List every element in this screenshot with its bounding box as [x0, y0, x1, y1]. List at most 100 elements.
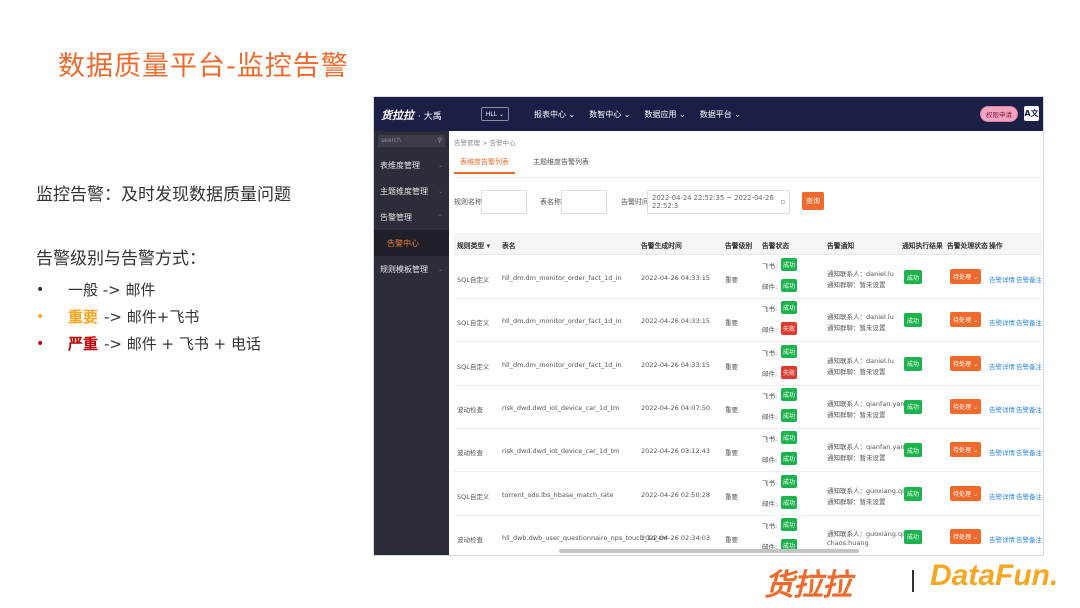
table-row[interactable]: SQL自定义 torrent_ods.lbs_hbase_match_rate 20…	[454, 473, 1042, 516]
alert-detail-link[interactable]: 告警详情	[989, 447, 1015, 457]
app-logo[interactable]: 货拉拉 · 大禹	[381, 107, 442, 123]
col-alert-time: 告警生成时间	[641, 242, 682, 250]
sidebar-item-rule-templates[interactable]: 规则模板管理 ⌄	[374, 256, 449, 282]
query-button[interactable]: 查询	[802, 192, 824, 210]
cell-alert-time: 2022-04-26 04:07:50	[641, 403, 711, 412]
handle-status-dropdown[interactable]: 待处理 ⌄	[950, 355, 981, 371]
nav-data-platform[interactable]: 数据平台 ⌄	[700, 109, 741, 120]
level-keyword: 严重	[68, 335, 99, 353]
alert-detail-link[interactable]: 告警详情	[989, 361, 1015, 371]
notify-group: 通知群聊：暂未设置	[827, 367, 886, 376]
level-heading: 告警级别与告警方式：	[36, 249, 206, 269]
cell-alert-level: 重要	[725, 276, 738, 284]
alert-note-link[interactable]: 告警备注	[1016, 447, 1042, 457]
cell-table-name: hll_dm.dm_monitor_order_fact_1d_in	[502, 360, 622, 369]
alert-detail-link[interactable]: 告警详情	[989, 317, 1015, 327]
cell-rule-type: 波动检查	[457, 405, 483, 414]
permission-request-button[interactable]: 权限申请	[980, 106, 1018, 122]
alert-detail-link[interactable]: 告警详情	[989, 404, 1015, 414]
handle-status-dropdown[interactable]: 待处理 ⌄	[950, 269, 981, 284]
alert-note-link[interactable]: 告警备注	[1016, 491, 1042, 501]
notify-group: 通知群聊：暂未设置	[827, 324, 886, 333]
cell-alert-time: 2022-04-26 02:50:28	[641, 490, 711, 499]
cell-alert-time: 2022-04-26 04:33:15	[641, 317, 711, 326]
notify-contact: 通知联系人：guoxiang.qi,	[827, 529, 906, 538]
col-alert-notify: 告警通知	[827, 242, 855, 250]
sidebar-item-alert-management[interactable]: 告警管理 ⌃	[374, 204, 449, 230]
cell-rule-type: SQL自定义	[457, 319, 490, 328]
handle-status-dropdown[interactable]: 待处理 ⌄	[950, 528, 981, 544]
handle-status-dropdown[interactable]: 待处理 ⌄	[950, 442, 981, 458]
col-actions: 操作	[989, 242, 1003, 250]
chevron-up-icon: ⌃	[437, 213, 443, 221]
slide-title: 数据质量平台-监控告警	[58, 51, 349, 82]
tab-divider	[454, 177, 1042, 178]
notify-group: 通知群聊：暂未设置	[827, 410, 886, 419]
cell-alert-level: 重要	[725, 319, 738, 328]
chevron-down-icon: ⌄	[437, 265, 443, 273]
cell-rule-type: SQL自定义	[457, 276, 490, 284]
rule-name-input[interactable]	[481, 190, 527, 214]
filter-icon[interactable]: ▾	[487, 242, 490, 250]
exec-result-badge: 成功	[904, 270, 922, 284]
sidebar-item-topic-dimension[interactable]: 主题维度管理 ⌄	[374, 178, 449, 204]
col-alert-status: 告警状态	[762, 242, 790, 250]
cell-rule-type: 波动检查	[457, 535, 483, 544]
mail-status-badge: 成功	[781, 452, 797, 466]
level-keyword: 重要	[68, 308, 99, 326]
cell-alert-level: 重要	[725, 492, 738, 501]
table-name-input[interactable]	[561, 190, 607, 214]
tab-topic-alerts[interactable]: 主题维度告警列表	[527, 155, 595, 174]
cell-alert-time: 2022-04-26 04:33:15	[641, 274, 711, 282]
notify-contact: 通知联系人：qianfan.yang	[827, 399, 909, 408]
nav-data-apps[interactable]: 数据应用 ⌄	[645, 109, 686, 120]
notify-contact: 通知联系人：daniel.lu	[827, 270, 894, 278]
brand-logo: 货拉拉	[764, 568, 852, 603]
table-row[interactable]: 波动检查 risk_dwd.dwd_iot_device_car_1d_tm 202…	[454, 429, 1042, 473]
cell-alert-level: 重要	[725, 535, 738, 544]
feishu-status-badge: 成功	[781, 258, 797, 271]
nav-data-center[interactable]: 数智中心 ⌄	[589, 109, 630, 120]
alert-note-link[interactable]: 告警备注	[1016, 274, 1042, 284]
mail-status-badge: 失败	[781, 365, 797, 379]
env-select[interactable]: HLL ⌄	[481, 107, 509, 121]
horizontal-scrollbar[interactable]	[559, 549, 859, 553]
cell-alert-time: 2022-04-26 04:33:15	[641, 360, 711, 369]
sidebar-item-table-dimension[interactable]: 表维度管理 ⌄	[374, 152, 449, 178]
bullet-icon: •	[36, 281, 45, 298]
table-row[interactable]: SQL自定义 hll_dm.dm_monitor_order_fact_1d_in…	[454, 343, 1042, 386]
level-channels: 一般 -> 邮件	[68, 281, 156, 299]
alert-detail-link[interactable]: 告警详情	[989, 534, 1015, 544]
cell-table-name: hll_dm.dm_monitor_order_fact_1d_in	[502, 274, 622, 282]
search-input[interactable]: search ⚲	[378, 135, 445, 147]
col-rule-type[interactable]: 规则类型 ▾	[457, 240, 490, 250]
cell-rule-type: SQL自定义	[457, 492, 490, 501]
alert-detail-link[interactable]: 告警详情	[989, 274, 1015, 284]
translate-icon[interactable]: A文	[1024, 106, 1039, 121]
cell-alert-time: 2022-04-26 03:12:43	[641, 447, 711, 456]
alert-note-link[interactable]: 告警备注	[1016, 534, 1042, 544]
alert-detail-link[interactable]: 告警详情	[989, 491, 1015, 501]
mail-label: 邮件:	[762, 499, 778, 508]
handle-status-dropdown[interactable]: 待处理 ⌄	[950, 485, 981, 501]
col-table-name: 表名	[502, 242, 516, 250]
feishu-status-badge: 成功	[781, 517, 797, 531]
app-screenshot: 货拉拉 · 大禹 HLL ⌄ 报表中心 ⌄ 数智中心 ⌄ 数据应用 ⌄ 数据平台…	[373, 96, 1044, 556]
table-row[interactable]: SQL自定义 hll_dm.dm_monitor_order_fact_1d_in…	[454, 299, 1042, 343]
table-row[interactable]: SQL自定义 hll_dm.dm_monitor_order_fact_1d_in…	[454, 256, 1042, 299]
notify-group: 通知群聊：暂未设置	[827, 454, 886, 463]
alert-level-item: • 严重 -> 邮件 + 飞书 + 电话	[36, 330, 261, 357]
alert-note-link[interactable]: 告警备注	[1016, 317, 1042, 327]
handle-status-dropdown[interactable]: 待处理 ⌄	[950, 398, 981, 414]
notify-group: 通知群聊：暂未设置	[827, 497, 886, 506]
sidebar-item-alert-center[interactable]: 告警中心	[374, 230, 449, 256]
alert-time-range-input[interactable]: 2022-04-24 22:52:35 ~ 2022-04-26 22:52:3…	[647, 190, 790, 214]
notify-contact: 通知联系人：guoxiang.qi	[827, 486, 904, 495]
tab-table-alerts[interactable]: 表维度告警列表	[454, 155, 515, 174]
table-name-label: 表名称	[540, 198, 561, 206]
handle-status-dropdown[interactable]: 待处理 ⌄	[950, 312, 981, 328]
alert-note-link[interactable]: 告警备注	[1016, 361, 1042, 371]
nav-report-center[interactable]: 报表中心 ⌄	[534, 109, 575, 120]
alert-note-link[interactable]: 告警备注	[1016, 404, 1042, 414]
table-row[interactable]: 波动检查 risk_dwd.dwd_iot_device_car_1d_tm 202…	[454, 386, 1042, 429]
